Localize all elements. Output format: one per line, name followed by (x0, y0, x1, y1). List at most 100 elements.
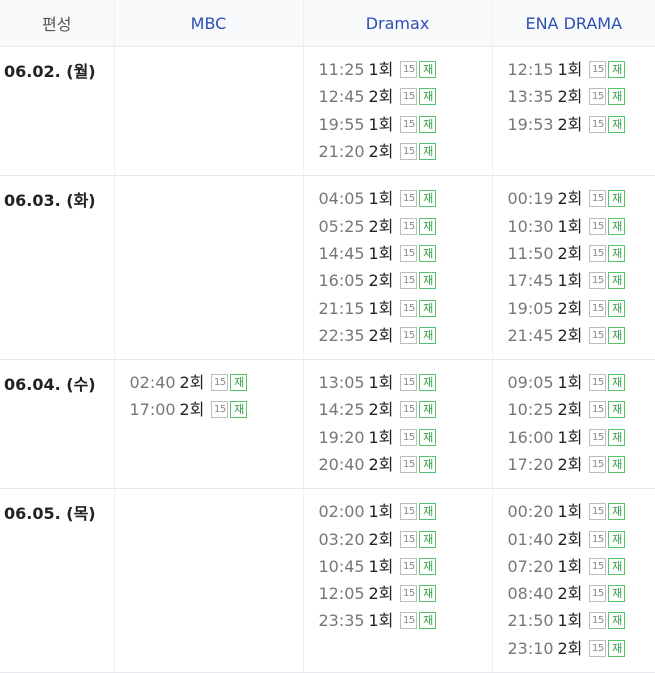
airing-time: 14:45 (319, 240, 369, 267)
age-rating-badge: 15 (589, 401, 606, 418)
airing-slot: 17:451회15재 (508, 267, 655, 294)
slot-cell-ena-drama: 00:201회15재01:402회15재07:201회15재08:402회15재… (492, 489, 655, 673)
date-cell: 06.02. (월) (0, 47, 114, 176)
airing-slot: 14:252회15재 (319, 396, 492, 423)
episode-number: 2회 (558, 322, 583, 349)
airing-slot: 12:052회15재 (319, 580, 492, 607)
slot-cell-dramax: 11:251회15재12:452회15재19:551회15재21:202회15재 (303, 47, 492, 176)
airing-time: 19:55 (319, 111, 369, 138)
airing-time: 10:25 (508, 396, 558, 423)
rerun-badge: 재 (419, 61, 436, 78)
airing-slot: 01:402회15재 (508, 525, 655, 552)
episode-number: 2회 (369, 138, 394, 165)
age-rating-badge: 15 (400, 272, 417, 289)
airing-slot: 03:202회15재 (319, 525, 492, 552)
episode-number: 1회 (369, 424, 394, 451)
rerun-badge: 재 (419, 558, 436, 575)
header-row: 편성 MBC Dramax ENA DRAMA (0, 0, 655, 47)
rerun-badge: 재 (419, 327, 436, 344)
age-rating-badge: 15 (400, 190, 417, 207)
slot-cell-mbc: 02:402회15재17:002회15재 (114, 359, 303, 488)
age-rating-badge: 15 (589, 456, 606, 473)
airing-slot: 20:402회15재 (319, 451, 492, 478)
rerun-badge: 재 (608, 503, 625, 520)
episode-number: 2회 (558, 635, 583, 662)
rerun-badge: 재 (230, 374, 247, 391)
rerun-badge: 재 (419, 374, 436, 391)
rerun-badge: 재 (608, 429, 625, 446)
slot-cell-dramax: 04:051회15재05:252회15재14:451회15재16:052회15재… (303, 176, 492, 360)
airing-time: 20:40 (319, 451, 369, 478)
episode-number: 1회 (369, 111, 394, 138)
airing-time: 11:50 (508, 240, 558, 267)
airing-slot: 04:051회15재 (319, 185, 492, 212)
header-channel-dramax[interactable]: Dramax (303, 0, 492, 47)
header-channel-ena-drama[interactable]: ENA DRAMA (492, 0, 655, 47)
rerun-badge: 재 (230, 401, 247, 418)
airing-time: 17:45 (508, 267, 558, 294)
age-rating-badge: 15 (211, 401, 228, 418)
age-rating-badge: 15 (589, 88, 606, 105)
airing-slot: 13:352회15재 (508, 83, 655, 110)
age-rating-badge: 15 (589, 503, 606, 520)
episode-number: 2회 (369, 396, 394, 423)
airing-slot: 16:052회15재 (319, 267, 492, 294)
age-rating-badge: 15 (400, 143, 417, 160)
episode-number: 2회 (369, 451, 394, 478)
airing-slot: 19:052회15재 (508, 294, 655, 321)
airing-slot: 02:402회15재 (130, 369, 303, 396)
airing-time: 16:00 (508, 424, 558, 451)
age-rating-badge: 15 (400, 61, 417, 78)
rerun-badge: 재 (608, 327, 625, 344)
airing-time: 22:35 (319, 322, 369, 349)
rerun-badge: 재 (608, 612, 625, 629)
airing-time: 16:05 (319, 267, 369, 294)
episode-number: 1회 (369, 553, 394, 580)
airing-time: 04:05 (319, 185, 369, 212)
episode-number: 1회 (369, 607, 394, 634)
airing-slot: 02:001회15재 (319, 498, 492, 525)
airing-time: 09:05 (508, 369, 558, 396)
header-channel-mbc[interactable]: MBC (114, 0, 303, 47)
episode-number: 2회 (558, 396, 583, 423)
airing-slot: 12:452회15재 (319, 83, 492, 110)
airing-time: 14:25 (319, 396, 369, 423)
airing-time: 17:00 (130, 396, 180, 423)
age-rating-badge: 15 (400, 116, 417, 133)
age-rating-badge: 15 (589, 272, 606, 289)
airing-slot: 19:532회15재 (508, 111, 655, 138)
episode-number: 2회 (369, 267, 394, 294)
rerun-badge: 재 (608, 88, 625, 105)
slot-cell-ena-drama: 09:051회15재10:252회15재16:001회15재17:202회15재 (492, 359, 655, 488)
airing-time: 00:20 (508, 498, 558, 525)
age-rating-badge: 15 (400, 456, 417, 473)
episode-number: 1회 (369, 369, 394, 396)
age-rating-badge: 15 (400, 503, 417, 520)
airing-slot: 14:451회15재 (319, 240, 492, 267)
episode-number: 1회 (558, 369, 583, 396)
airing-time: 12:45 (319, 83, 369, 110)
episode-number: 1회 (369, 240, 394, 267)
airing-time: 17:20 (508, 451, 558, 478)
age-rating-badge: 15 (589, 190, 606, 207)
age-rating-badge: 15 (589, 300, 606, 317)
date-cell: 06.03. (화) (0, 176, 114, 360)
episode-number: 1회 (369, 295, 394, 322)
airing-time: 19:05 (508, 295, 558, 322)
rerun-badge: 재 (608, 456, 625, 473)
episode-number: 2회 (558, 295, 583, 322)
age-rating-badge: 15 (400, 245, 417, 262)
airing-slot: 21:452회15재 (508, 322, 655, 349)
age-rating-badge: 15 (400, 558, 417, 575)
episode-number: 1회 (558, 56, 583, 83)
airing-slot: 00:201회15재 (508, 498, 655, 525)
age-rating-badge: 15 (589, 531, 606, 548)
airing-slot: 07:201회15재 (508, 553, 655, 580)
airing-slot: 21:501회15재 (508, 607, 655, 634)
episode-number: 1회 (558, 424, 583, 451)
age-rating-badge: 15 (211, 374, 228, 391)
episode-number: 2회 (369, 83, 394, 110)
airing-slot: 23:102회15재 (508, 635, 655, 662)
airing-slot: 11:251회15재 (319, 56, 492, 83)
airing-time: 21:45 (508, 322, 558, 349)
